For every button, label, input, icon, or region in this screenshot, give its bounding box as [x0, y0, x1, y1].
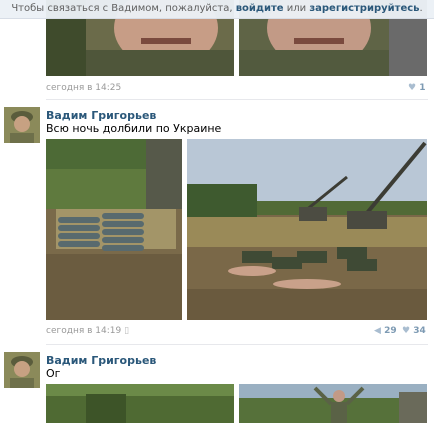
photo-trees-image — [46, 384, 234, 423]
banner-or: или — [286, 3, 307, 14]
like-button[interactable]: ♥ 1 — [408, 83, 425, 93]
login-link[interactable]: войдите — [236, 3, 284, 14]
post-author[interactable]: Вадим Григорьев — [46, 109, 156, 122]
post-timestamp[interactable]: сегодня в 14:19 ▯ — [46, 326, 129, 336]
post-text: Всю ночь долбили по Украине — [46, 122, 222, 135]
photo-shells-image — [46, 139, 182, 320]
post: Вадим Григорьев Всю ночь долбили по Укра… — [0, 100, 434, 345]
login-banner: Чтобы связаться с Вадимом, пожалуйста, в… — [0, 0, 434, 19]
register-link[interactable]: зарегистрируйтесь — [309, 3, 419, 14]
post-time-text: сегодня в 14:19 — [46, 326, 122, 336]
mobile-icon: ▯ — [124, 326, 130, 336]
banner-suffix: . — [419, 3, 423, 14]
post: Вадим Григорьев Ог — [0, 345, 434, 423]
like-count: 1 — [419, 83, 426, 93]
avatar[interactable] — [4, 107, 40, 143]
post-text: Ог — [46, 367, 61, 380]
like-count: 34 — [413, 326, 426, 336]
post-photo-soldier[interactable] — [239, 384, 427, 423]
avatar-image — [4, 352, 40, 388]
banner-prefix: Чтобы связаться с Вадимом, пожалуйста, — [11, 3, 233, 14]
post-photo-shells[interactable] — [46, 139, 182, 320]
like-button[interactable]: ♥ 34 — [402, 326, 426, 336]
repost-button[interactable]: ◀ 29 — [374, 326, 397, 336]
heart-icon: ♥ — [408, 83, 417, 93]
megaphone-icon: ◀ — [374, 326, 381, 336]
photo-artillery-image — [187, 139, 427, 320]
photo-soldier-image — [239, 384, 427, 423]
post-photo-artillery[interactable] — [187, 139, 427, 320]
repost-count: 29 — [384, 326, 397, 336]
post-author[interactable]: Вадим Григорьев — [46, 354, 156, 367]
avatar[interactable] — [4, 352, 40, 388]
heart-icon: ♥ — [402, 326, 411, 336]
post-photo-trees[interactable] — [46, 384, 234, 423]
post-timestamp[interactable]: сегодня в 14:25 — [46, 83, 121, 93]
avatar-image — [4, 107, 40, 143]
